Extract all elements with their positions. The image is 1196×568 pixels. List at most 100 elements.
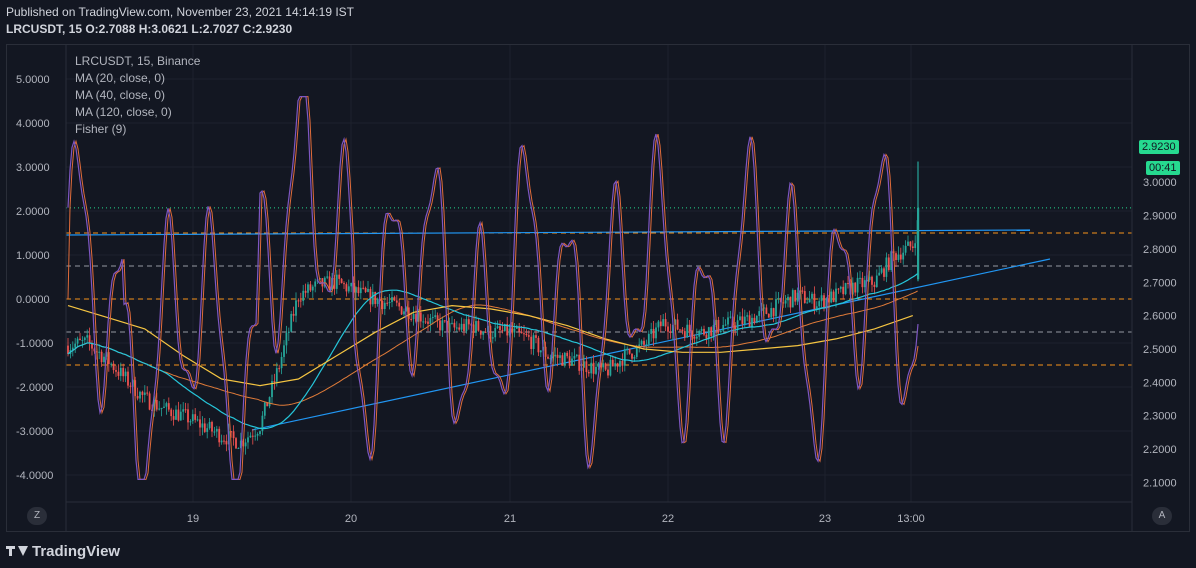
- left-tick-label: -2.0000: [16, 382, 53, 394]
- candle-down: [458, 327, 461, 330]
- candle-up: [724, 324, 727, 326]
- candle-down: [676, 319, 679, 330]
- candle-down: [847, 283, 849, 285]
- candle-up: [775, 299, 777, 317]
- legend-fisher: Fisher (9): [75, 122, 127, 136]
- candle-down: [566, 352, 569, 357]
- candle-up: [83, 337, 86, 341]
- candle-up: [818, 301, 821, 307]
- candle-up: [815, 306, 818, 310]
- candle-down: [499, 326, 501, 331]
- candle-down: [681, 329, 684, 332]
- candle-up: [751, 317, 753, 328]
- candle-down: [477, 321, 480, 331]
- candle-up: [98, 351, 101, 353]
- candle-up: [275, 368, 278, 382]
- candle-up: [391, 297, 393, 303]
- candle-down: [251, 435, 254, 437]
- candle-down: [167, 403, 170, 410]
- candle-up: [160, 407, 163, 409]
- candle-down: [364, 287, 367, 292]
- candle-up: [254, 435, 257, 437]
- candle-up: [201, 423, 204, 428]
- candle-up: [746, 315, 749, 317]
- candle-up: [575, 354, 578, 357]
- auto-scale-right-button[interactable]: A: [1152, 507, 1172, 525]
- candle-up: [808, 298, 811, 303]
- candle-down: [184, 409, 187, 411]
- candle-up: [371, 291, 374, 305]
- candle-down: [643, 340, 645, 345]
- candle-down: [664, 319, 667, 327]
- candle-down: [395, 300, 398, 303]
- left-tick-label: 1.0000: [16, 250, 50, 262]
- candle-up: [777, 298, 780, 300]
- candle-up: [367, 288, 369, 292]
- auto-scale-left-button[interactable]: Z: [27, 507, 47, 525]
- candle-down: [439, 320, 441, 331]
- candle-down: [616, 363, 619, 367]
- candle-up: [249, 435, 252, 438]
- candle-up: [700, 328, 703, 331]
- candle-up: [295, 300, 297, 316]
- candle-down: [518, 327, 521, 332]
- candle-up: [268, 397, 271, 407]
- candle-down: [148, 393, 151, 410]
- left-tick-label: 5.0000: [16, 74, 50, 86]
- candle-down: [679, 329, 681, 331]
- candle-up: [76, 338, 79, 344]
- candle-up: [280, 356, 283, 369]
- legend-ma40: MA (40, close, 0): [75, 88, 166, 102]
- candle-down: [765, 307, 768, 314]
- candle-up: [856, 277, 859, 293]
- candle-down: [525, 333, 528, 336]
- candle-up: [573, 356, 576, 359]
- candle-down: [741, 316, 744, 325]
- candle-up: [158, 408, 161, 410]
- candle-down: [410, 318, 413, 320]
- candle-up: [110, 363, 113, 365]
- candle-down: [842, 286, 845, 295]
- right-tick-label: 2.9000: [1143, 211, 1177, 223]
- candle-up: [650, 328, 653, 334]
- candle-down: [400, 306, 403, 315]
- candle-up: [182, 409, 185, 412]
- candle-up: [554, 354, 557, 357]
- candle-down: [273, 381, 276, 383]
- candle-down: [861, 277, 864, 288]
- candle-up: [647, 333, 650, 345]
- tradingview-logo-icon: [6, 544, 28, 558]
- candle-down: [345, 284, 348, 292]
- candle-down: [141, 391, 144, 395]
- candle-down: [535, 335, 537, 338]
- left-tick-label: 2.0000: [16, 206, 50, 218]
- candle-down: [561, 355, 564, 366]
- candle-down: [705, 334, 708, 339]
- candle-up: [513, 328, 516, 333]
- candle-up: [74, 343, 77, 348]
- left-tick-label: -3.0000: [16, 426, 53, 438]
- candle-down: [199, 419, 201, 428]
- candle-up: [820, 295, 823, 302]
- right-tick-label: 2.1000: [1143, 477, 1177, 489]
- candle-up: [460, 323, 463, 330]
- candle-down: [223, 440, 225, 442]
- candle-down: [568, 356, 571, 366]
- candle-down: [734, 325, 737, 329]
- candle-up: [719, 330, 722, 333]
- last-price-tag: 2.9230: [1139, 140, 1179, 154]
- candle-down: [299, 300, 302, 302]
- candle-up: [835, 288, 837, 302]
- candle-up: [707, 327, 710, 339]
- candle-down: [523, 333, 525, 335]
- candle-down: [187, 409, 189, 423]
- candle-up: [830, 291, 833, 303]
- candle-up: [796, 292, 799, 302]
- candle-up: [619, 360, 621, 367]
- candle-up: [103, 356, 105, 363]
- candle-up: [143, 392, 146, 395]
- candle-up: [563, 352, 566, 366]
- candle-up: [559, 355, 561, 358]
- candle-up: [213, 431, 216, 433]
- candle-up: [844, 283, 847, 295]
